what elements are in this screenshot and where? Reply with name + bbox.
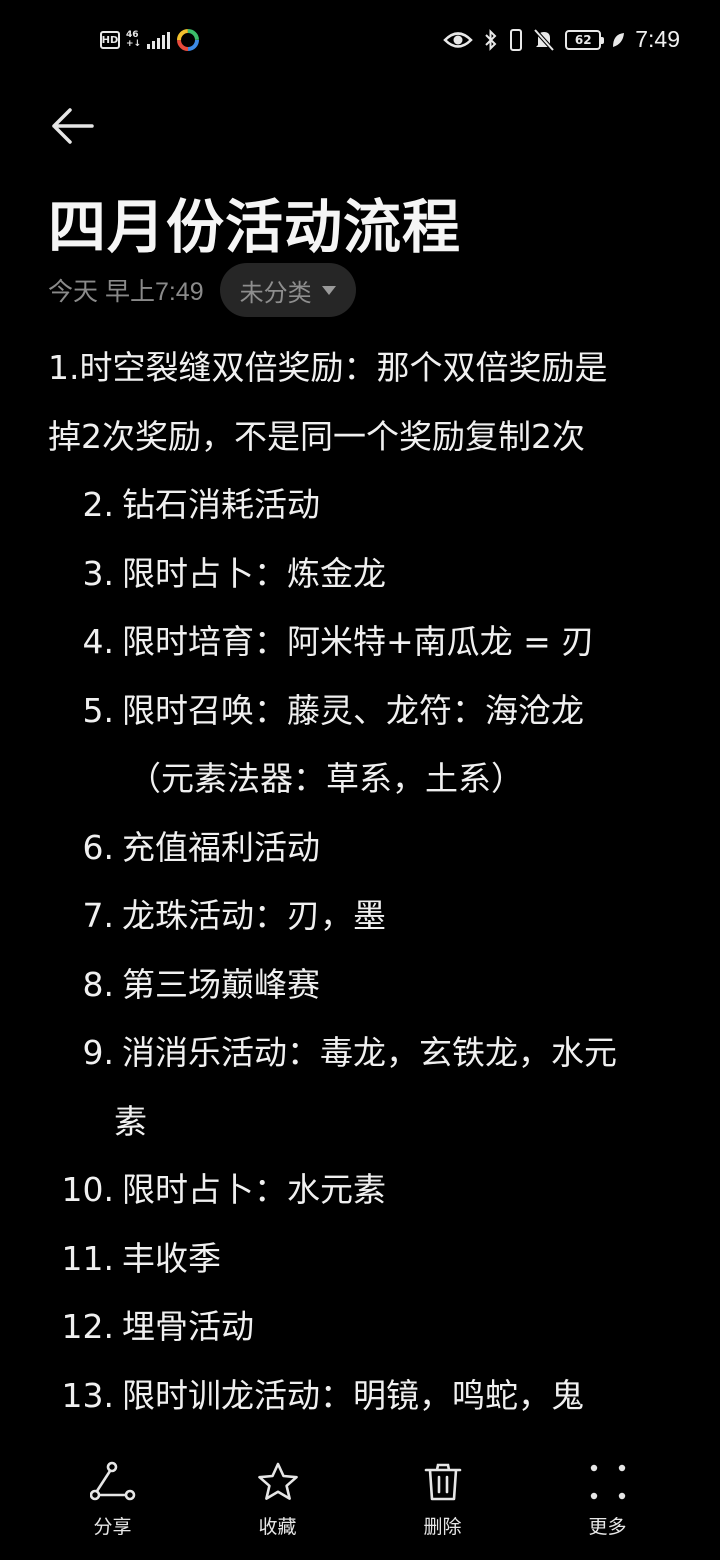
delete-label: 删除	[423, 1516, 462, 1538]
list-item-text: 消消乐活动：毒龙，玄铁龙，水元	[122, 1033, 617, 1072]
more-button[interactable]: 更多	[558, 1450, 658, 1560]
list-item: 8. 第三场巅峰赛	[48, 951, 688, 1020]
list-item-number: 9.	[82, 1033, 115, 1072]
list-item-text: 龙珠活动：刃，墨	[122, 896, 386, 935]
list-item-text: 钻石消耗活动	[122, 485, 320, 524]
vibrate-icon	[510, 28, 523, 51]
list-item-number: 8.	[82, 964, 115, 1004]
bluetooth-icon	[485, 28, 497, 51]
list-item-text: 埋骨活动	[122, 1307, 254, 1346]
share-icon	[89, 1458, 137, 1506]
network-activity-label: +↓	[126, 39, 142, 49]
delete-button[interactable]: 删除	[393, 1450, 493, 1560]
list-item-number: 6.	[82, 827, 115, 867]
list-item-number: 2.	[82, 485, 115, 524]
list-item-number: 3.	[82, 553, 115, 593]
list-item-text: 限时占卜：水元素	[122, 1170, 386, 1209]
list-item-text: 限时训龙活动：明镜，鸣蛇，鬼	[122, 1375, 584, 1415]
list-item-continuation: （元素法器：草系，土系）	[128, 759, 524, 798]
list-item-text: 丰收季	[122, 1238, 221, 1278]
list-item: 13. 限时训龙活动：明镜，鸣蛇，鬼	[48, 1362, 688, 1431]
trash-icon	[419, 1458, 467, 1506]
list-item: 12. 埋骨活动	[48, 1293, 688, 1362]
caret-down-icon	[321, 285, 336, 295]
share-label: 分享	[93, 1516, 132, 1538]
category-label: 未分类	[239, 278, 312, 307]
power-saving-leaf-icon	[613, 32, 625, 47]
first-paragraph-line: 掉2次奖励，不是同一个奖励复制2次	[48, 416, 585, 456]
list-item: 9. 消消乐活动：毒龙，玄铁龙，水元	[48, 1019, 688, 1088]
mute-bell-icon	[533, 28, 555, 51]
list-item-number: 5.	[82, 690, 115, 730]
list-item: 6. 充值福利活动	[48, 814, 688, 883]
list-item: 2. 钻石消耗活动	[48, 471, 688, 540]
list-item-text: 充值福利活动	[122, 827, 320, 867]
category-dropdown[interactable]: 未分类	[219, 263, 356, 317]
first-paragraph: 1.时空裂缝双倍奖励：那个双倍奖励是 掉2次奖励，不是同一个奖励复制2次	[48, 334, 688, 471]
star-icon	[254, 1458, 302, 1506]
list-item-text: 限时召唤：藤灵、龙符：海沧龙	[122, 690, 584, 730]
list-item-text: 限时占卜：炼金龙	[122, 553, 386, 593]
more-dots-icon	[584, 1458, 632, 1506]
bottom-toolbar: 分享 收藏 删除 更多	[0, 1450, 720, 1560]
list-item: 10. 限时占卜：水元素	[48, 1156, 688, 1225]
more-label: 更多	[588, 1516, 627, 1538]
status-left-group: HD 46 +↓	[100, 28, 200, 52]
list-item-number: 13.	[61, 1375, 114, 1415]
favorite-button[interactable]: 收藏	[228, 1450, 328, 1560]
note-timestamp: 今天 早上7:49	[48, 278, 204, 306]
list-item-number: 10.	[61, 1170, 114, 1209]
favorite-label: 收藏	[258, 1516, 297, 1538]
list-item-text: 第三场巅峰赛	[122, 964, 320, 1004]
note-body[interactable]: 1.时空裂缝双倍奖励：那个双倍奖励是 掉2次奖励，不是同一个奖励复制2次 2. …	[48, 334, 688, 1430]
signal-strength-icon	[147, 31, 171, 49]
eye-comfort-icon	[443, 31, 474, 48]
list-item: 7. 龙珠活动：刃，墨	[48, 882, 688, 951]
status-bar: HD 46 +↓ 62 7:49	[0, 0, 720, 84]
list-item-text: 限时培育：阿米特+南瓜龙 = 刃	[122, 622, 595, 661]
hd-voice-badge: HD	[100, 31, 120, 49]
share-button[interactable]: 分享	[63, 1450, 163, 1560]
battery-icon: 62	[565, 29, 605, 50]
list-item-number: 7.	[82, 896, 115, 935]
battery-level: 62	[574, 32, 592, 47]
list-item: 3. 限时占卜：炼金龙	[48, 540, 688, 609]
list-item: 5. 限时召唤：藤灵、龙符：海沧龙	[48, 677, 688, 746]
status-clock: 7:49	[635, 26, 680, 52]
status-right-group: 62 7:49	[443, 26, 680, 53]
note-title[interactable]: 四月份活动流程	[48, 180, 461, 264]
arrow-left-icon	[52, 108, 94, 144]
list-item-number: 4.	[82, 622, 115, 661]
note-meta-row: 今天 早上7:49 未分类	[48, 262, 356, 318]
network-type-indicator: 46 +↓	[126, 31, 141, 49]
list-item: 4. 限时培育：阿米特+南瓜龙 = 刃	[48, 608, 688, 677]
back-button[interactable]	[46, 100, 98, 152]
list-item-continuation: 素	[114, 1101, 147, 1141]
list-item-number: 11.	[61, 1238, 114, 1278]
first-paragraph-line: 1.时空裂缝双倍奖励：那个双倍奖励是	[48, 348, 608, 387]
list-item-number: 12.	[61, 1307, 114, 1346]
app-notification-icon	[177, 29, 200, 51]
list-item: 11. 丰收季	[48, 1225, 688, 1294]
